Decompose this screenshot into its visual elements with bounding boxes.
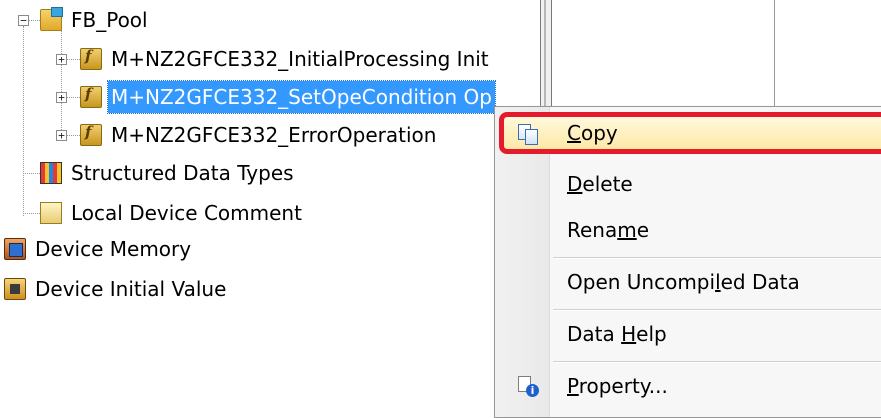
tree-node-label: M+NZ2GFCE332_InitialProcessing Init	[111, 47, 489, 71]
expand-fb-item-button[interactable]: +	[56, 54, 67, 65]
menu-item-delete[interactable]: Delete	[497, 163, 881, 205]
menu-item-label: Rename	[567, 218, 650, 242]
expand-fb-item-button[interactable]: +	[56, 92, 67, 103]
function-block-icon	[80, 123, 102, 146]
tree-node-label: FB_Pool	[71, 8, 148, 32]
tree-node-label: Local Device Comment	[71, 201, 302, 225]
tree-connector	[28, 20, 40, 21]
fb-pool-folder-icon	[40, 7, 63, 31]
tree-node-device-memory[interactable]: Device Memory	[4, 230, 194, 268]
tree-connector	[66, 59, 80, 60]
tree-node-label: M+NZ2GFCE332_ErrorOperation	[111, 123, 437, 147]
menu-item-label: Data Help	[567, 322, 667, 346]
tree-node-label: Device Memory	[35, 237, 192, 261]
tree-connector	[66, 97, 80, 98]
copy-icon	[517, 123, 539, 145]
tree-node-label: Structured Data Types	[71, 161, 294, 185]
menu-item-label: Delete	[567, 172, 633, 196]
menu-separator	[553, 309, 881, 311]
menu-item-label: Property...	[567, 374, 668, 398]
project-tree: − FB_Pool + M+NZ2GFCE332_InitialProcessi…	[0, 0, 540, 416]
menu-item-copy[interactable]: Copy	[499, 112, 881, 154]
tree-connector	[61, 30, 62, 136]
function-block-icon	[80, 47, 102, 70]
device-memory-icon	[4, 238, 26, 260]
property-icon	[517, 376, 539, 398]
tree-node-fb-set-ope-condition[interactable]: M+NZ2GFCE332_SetOpeCondition Op	[80, 78, 496, 116]
menu-separator	[553, 361, 881, 363]
function-block-icon	[80, 85, 102, 108]
tree-node-device-initial-value[interactable]: Device Initial Value	[4, 270, 229, 308]
tree-node-fb-initial-processing[interactable]: M+NZ2GFCE332_InitialProcessing Init	[80, 40, 492, 78]
tree-connector	[23, 173, 40, 174]
menu-item-rename[interactable]: Rename	[497, 209, 881, 251]
tree-node-label: M+NZ2GFCE332_SetOpeCondition Op	[107, 80, 496, 114]
structured-data-icon	[40, 162, 62, 184]
menu-item-data-help[interactable]: Data Help	[497, 313, 881, 355]
menu-item-property[interactable]: Property...	[497, 365, 881, 407]
device-comment-icon	[40, 202, 62, 224]
menu-item-label: Copy	[567, 121, 618, 145]
expand-fb-item-button[interactable]: +	[56, 130, 67, 141]
tree-connector	[23, 213, 40, 214]
tree-node-label: Device Initial Value	[35, 277, 227, 301]
tree-node-local-device-comment[interactable]: Local Device Comment	[40, 194, 305, 232]
tree-node-fb-pool[interactable]: FB_Pool	[40, 1, 151, 39]
menu-item-open-uncompiled-data[interactable]: Open Uncompiled Data	[497, 261, 881, 303]
context-menu: Copy Delete Rename Open Uncompiled Data …	[494, 106, 881, 418]
collapse-fb-pool-button[interactable]: −	[18, 15, 29, 26]
menu-separator	[553, 257, 881, 259]
tree-node-structured-data-types[interactable]: Structured Data Types	[40, 154, 297, 192]
menu-item-label: Open Uncompiled Data	[567, 270, 800, 294]
tree-node-fb-error-operation[interactable]: M+NZ2GFCE332_ErrorOperation	[80, 116, 439, 154]
device-initial-value-icon	[4, 278, 26, 300]
tree-connector	[66, 135, 80, 136]
tree-connector	[23, 26, 24, 216]
